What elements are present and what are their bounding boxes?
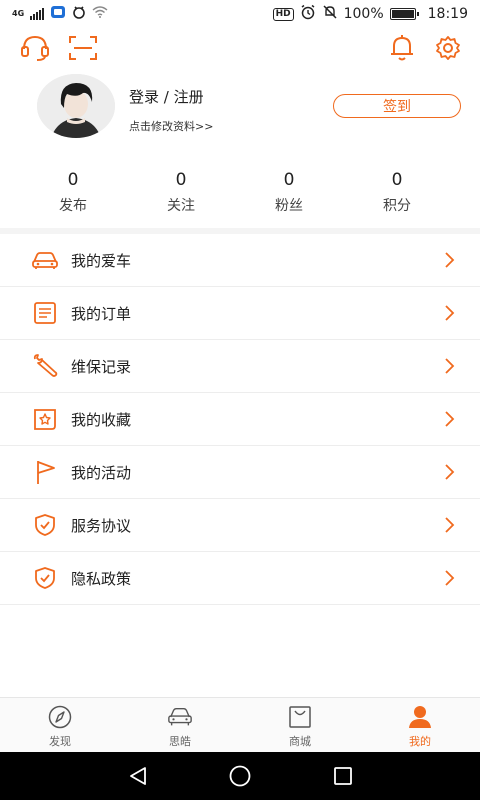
menu-item-maintenance-records[interactable]: 维保记录 <box>0 340 480 393</box>
wrench-icon <box>31 353 59 379</box>
menu-list: 我的爱车 我的订单 维保记录 我的收藏 我的活动 服务协议 隐私政策 <box>0 234 480 605</box>
tab-label-sihao: 思皓 <box>169 735 191 748</box>
car-front-icon <box>167 705 193 729</box>
wifi-icon <box>92 6 108 22</box>
menu-label-my-collection: 我的收藏 <box>71 410 132 429</box>
menu-label-maintenance-records: 维保记录 <box>71 357 132 376</box>
stat-points-value: 0 <box>391 170 403 190</box>
bluetooth-icon <box>72 5 86 23</box>
menu-item-my-orders[interactable]: 我的订单 <box>0 287 480 340</box>
stat-posts[interactable]: 0 发布 <box>19 168 127 224</box>
home-icon[interactable] <box>228 764 252 788</box>
battery-percent: 100% <box>343 6 384 22</box>
menu-item-my-car[interactable]: 我的爱车 <box>0 234 480 287</box>
order-document-icon <box>31 300 59 326</box>
chevron-right-icon <box>439 303 459 323</box>
back-icon[interactable] <box>126 764 150 788</box>
chevron-right-icon <box>439 409 459 429</box>
menu-label-my-car: 我的爱车 <box>71 251 132 270</box>
settings-gear-icon[interactable] <box>431 32 465 64</box>
stat-followers[interactable]: 0 粉丝 <box>235 168 343 224</box>
menu-item-my-activities[interactable]: 我的活动 <box>0 446 480 499</box>
menu-item-privacy-policy[interactable]: 隐私政策 <box>0 552 480 605</box>
avatar[interactable] <box>37 74 115 138</box>
flag-icon <box>31 459 59 485</box>
tab-sihao[interactable]: 思皓 <box>120 698 240 753</box>
menu-item-service-agreement[interactable]: 服务协议 <box>0 499 480 552</box>
stat-posts-value: 0 <box>67 170 79 190</box>
menu-item-my-collection[interactable]: 我的收藏 <box>0 393 480 446</box>
recent-apps-icon[interactable] <box>331 764 355 788</box>
chevron-right-icon <box>439 568 459 588</box>
shopping-bag-icon <box>287 705 313 729</box>
bottom-tab-bar: 发现 思皓 商城 我的 <box>0 697 480 752</box>
signal-icon <box>30 8 45 20</box>
status-bar-right: HD 100% 18:19 <box>272 4 468 24</box>
checkin-button[interactable]: 签到 <box>333 94 461 118</box>
tab-label-discover: 发现 <box>49 735 71 748</box>
system-navigation-bar <box>0 752 480 800</box>
stat-posts-label: 发布 <box>59 198 87 214</box>
login-register-link[interactable]: 登录 / 注册 <box>129 86 204 107</box>
stat-points[interactable]: 0 积分 <box>343 168 451 224</box>
stat-followers-value: 0 <box>283 170 295 190</box>
tab-mine[interactable]: 我的 <box>360 698 480 753</box>
tab-discover[interactable]: 发现 <box>0 698 120 753</box>
notification-bell-icon[interactable] <box>385 32 419 64</box>
stats-row: 0 发布 0 关注 0 粉丝 0 积分 <box>0 168 480 224</box>
menu-label-service-agreement: 服务协议 <box>71 516 132 535</box>
compass-icon <box>47 705 73 729</box>
profile-section: 登录 / 注册 点击修改资料>> 签到 <box>0 68 480 158</box>
battery-icon <box>389 8 419 20</box>
tab-label-mine: 我的 <box>409 735 431 748</box>
shield-check-icon <box>31 512 59 538</box>
chevron-right-icon <box>439 462 459 482</box>
chevron-right-icon <box>439 515 459 535</box>
stat-following[interactable]: 0 关注 <box>127 168 235 224</box>
customer-service-headset-icon[interactable] <box>18 32 52 64</box>
chevron-right-icon <box>439 250 459 270</box>
shield-check-icon <box>31 565 59 591</box>
scan-icon[interactable] <box>66 32 100 64</box>
network-type: 4G <box>12 9 25 18</box>
star-collection-icon <box>31 406 59 432</box>
stat-following-value: 0 <box>175 170 187 190</box>
status-bar-left: 4G <box>12 5 108 23</box>
tab-mall[interactable]: 商城 <box>240 698 360 753</box>
mute-icon <box>322 4 338 24</box>
edit-profile-link[interactable]: 点击修改资料>> <box>129 118 213 134</box>
stat-following-label: 关注 <box>167 198 195 214</box>
person-icon <box>407 705 433 729</box>
menu-label-my-orders: 我的订单 <box>71 304 132 323</box>
status-bar: 4G HD 100% 18:19 <box>0 0 480 28</box>
car-icon <box>31 247 59 273</box>
message-notification-icon <box>50 5 66 23</box>
stat-followers-label: 粉丝 <box>275 198 303 214</box>
top-action-bar <box>0 28 480 68</box>
menu-label-privacy-policy: 隐私政策 <box>71 569 132 588</box>
stat-points-label: 积分 <box>383 198 411 214</box>
hd-badge: HD <box>272 7 294 21</box>
alarm-icon <box>300 4 316 24</box>
menu-label-my-activities: 我的活动 <box>71 463 132 482</box>
clock: 18:19 <box>427 6 468 22</box>
tab-label-mall: 商城 <box>289 735 311 748</box>
chevron-right-icon <box>439 356 459 376</box>
